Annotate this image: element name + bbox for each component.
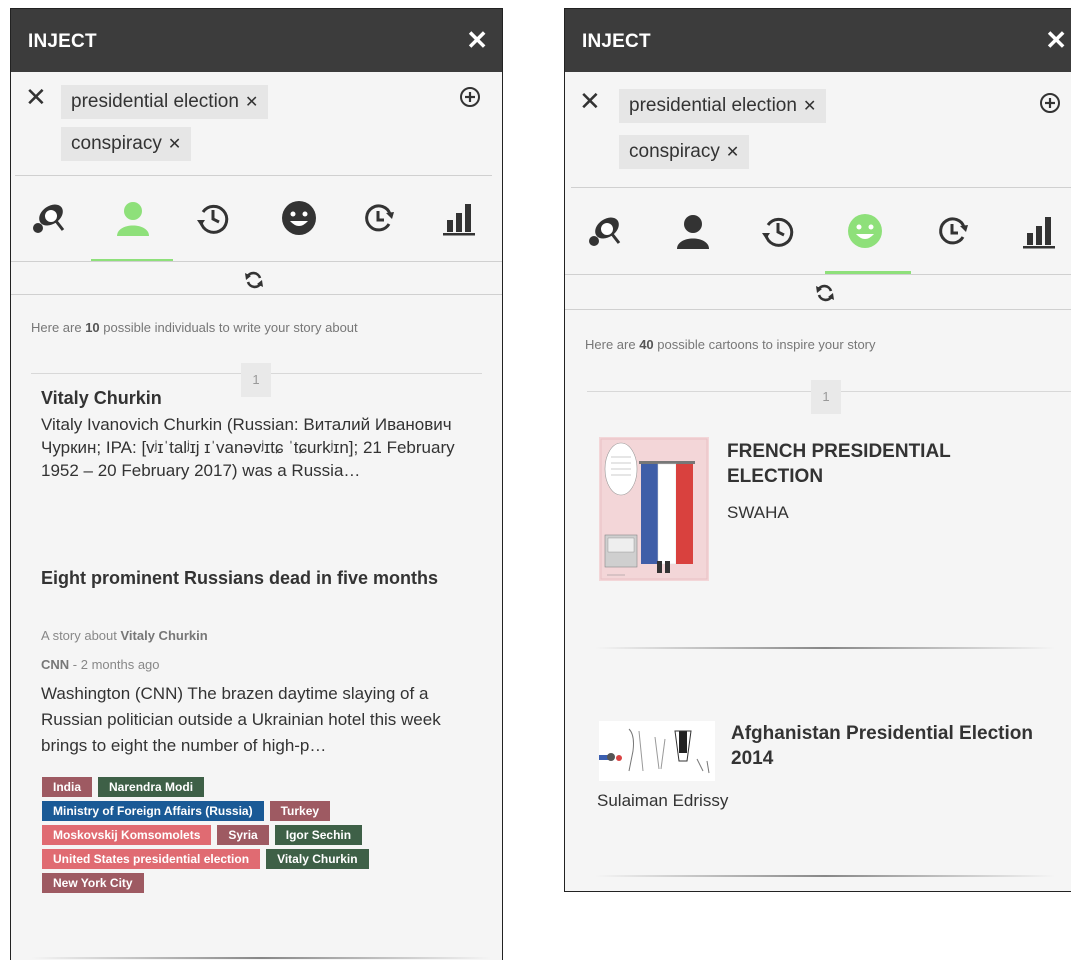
result-separator [595, 647, 1055, 649]
tab-bar [565, 199, 1071, 269]
remove-tag-button[interactable]: ✕ [245, 94, 258, 111]
history-icon[interactable] [758, 211, 798, 251]
result-separator [31, 957, 491, 959]
person-name[interactable]: Vitaly Churkin [41, 388, 162, 409]
entity-chip[interactable]: Ministry of Foreign Affairs (Russia) [42, 801, 264, 821]
search-tag-label: presidential election [629, 95, 797, 116]
entity-chip[interactable]: United States presidential election [42, 849, 261, 869]
refresh-icon[interactable] [815, 283, 835, 303]
story-snippet: Washington (CNN) The brazen daytime slay… [41, 684, 441, 755]
title-bar: INJECT ✕ [11, 9, 502, 72]
cartoon-thumbnail[interactable] [599, 437, 709, 581]
app-title: INJECT [582, 31, 651, 52]
entity-chip[interactable]: Narendra Modi [98, 777, 205, 797]
clock-icon[interactable] [359, 198, 399, 238]
search-tag: presidential election ✕ [61, 85, 269, 119]
refresh-icon[interactable] [244, 270, 264, 290]
explore-icon[interactable] [29, 198, 69, 238]
search-tag: presidential election ✕ [619, 89, 827, 123]
entity-chip[interactable]: India [42, 777, 93, 797]
story-about: A story about Vitaly Churkin [41, 628, 208, 643]
story-age: 2 months ago [80, 657, 160, 672]
tab-bar [11, 186, 502, 256]
divider [11, 261, 502, 262]
smiley-icon[interactable] [279, 198, 319, 238]
cartoon-author: Sulaiman Edrissy [597, 791, 729, 810]
entity-chip[interactable]: Turkey [269, 801, 331, 821]
person-icon[interactable] [113, 198, 153, 238]
search-bar: ✕ presidential election ✕ conspiracy ✕ [565, 72, 1071, 190]
cartoon-title[interactable]: FRENCH PRESIDENTIAL ELECTION [727, 439, 1047, 489]
divider [565, 274, 1071, 275]
cartoon-title[interactable]: Afghanistan Presidential Election 2014 [731, 721, 1051, 771]
add-circle-icon[interactable] [1039, 92, 1061, 114]
search-tag-label: conspiracy [71, 133, 162, 154]
story-title[interactable]: Eight prominent Russians dead in five mo… [41, 564, 461, 592]
app-title: INJECT [28, 31, 97, 52]
add-circle-icon[interactable] [459, 86, 481, 108]
divider [565, 309, 1071, 310]
cartoon-thumbnail[interactable] [599, 721, 715, 781]
entity-chip[interactable]: Syria [217, 825, 269, 845]
divider [11, 294, 502, 295]
entity-chips: India Narendra Modi Ministry of Foreign A… [42, 777, 462, 897]
search-bar: ✕ presidential election ✕ conspiracy ✕ [11, 72, 502, 182]
entity-chip[interactable]: New York City [42, 873, 144, 893]
clock-icon[interactable] [933, 211, 973, 251]
search-tag-label: conspiracy [629, 141, 720, 162]
story-source-name: CNN [41, 657, 70, 672]
cartoon-author: SWAHA [727, 503, 789, 522]
explore-icon[interactable] [585, 211, 625, 251]
smiley-icon[interactable] [845, 211, 885, 251]
results-intro: Here are 40 possible cartoons to inspire… [585, 337, 876, 352]
entity-chip[interactable]: Igor Sechin [274, 825, 363, 845]
remove-tag-button[interactable]: ✕ [726, 144, 739, 161]
results-count: 40 [639, 337, 654, 352]
search-tag: conspiracy ✕ [619, 135, 750, 169]
remove-tag-button[interactable]: ✕ [803, 98, 816, 115]
entity-chip[interactable]: Moskovskij Komsomolets [42, 825, 212, 845]
page-number: 1 [241, 363, 271, 397]
divider [571, 187, 1071, 188]
title-bar: INJECT ✕ [565, 9, 1071, 72]
story-source: CNN - 2 months ago [41, 657, 160, 672]
search-tag: conspiracy ✕ [61, 127, 192, 161]
remove-tag-button[interactable]: ✕ [168, 136, 181, 153]
bar-chart-icon[interactable] [1019, 211, 1059, 251]
inject-panel-cartoons: INJECT ✕ ✕ presidential election ✕ conspi… [564, 8, 1071, 892]
results-intro: Here are 10 possible individuals to writ… [31, 320, 358, 335]
result-separator [595, 875, 1055, 877]
page-number: 1 [811, 380, 841, 414]
close-panel-button[interactable]: ✕ [1045, 27, 1067, 53]
history-icon[interactable] [193, 198, 233, 238]
story-about-name[interactable]: Vitaly Churkin [121, 628, 208, 643]
inject-panel-individuals: INJECT ✕ ✕ presidential election ✕ conspi… [10, 8, 503, 960]
bar-chart-icon[interactable] [439, 198, 479, 238]
divider [15, 175, 492, 176]
results-count: 10 [85, 320, 100, 335]
search-tag-label: presidential election [71, 91, 239, 112]
clear-search-button[interactable]: ✕ [579, 88, 601, 114]
close-panel-button[interactable]: ✕ [466, 27, 488, 53]
person-description: Vitaly Ivanovich Churkin (Russian: Витал… [41, 415, 455, 480]
entity-chip[interactable]: Vitaly Churkin [266, 849, 369, 869]
clear-search-button[interactable]: ✕ [25, 84, 47, 110]
person-icon[interactable] [673, 211, 713, 251]
